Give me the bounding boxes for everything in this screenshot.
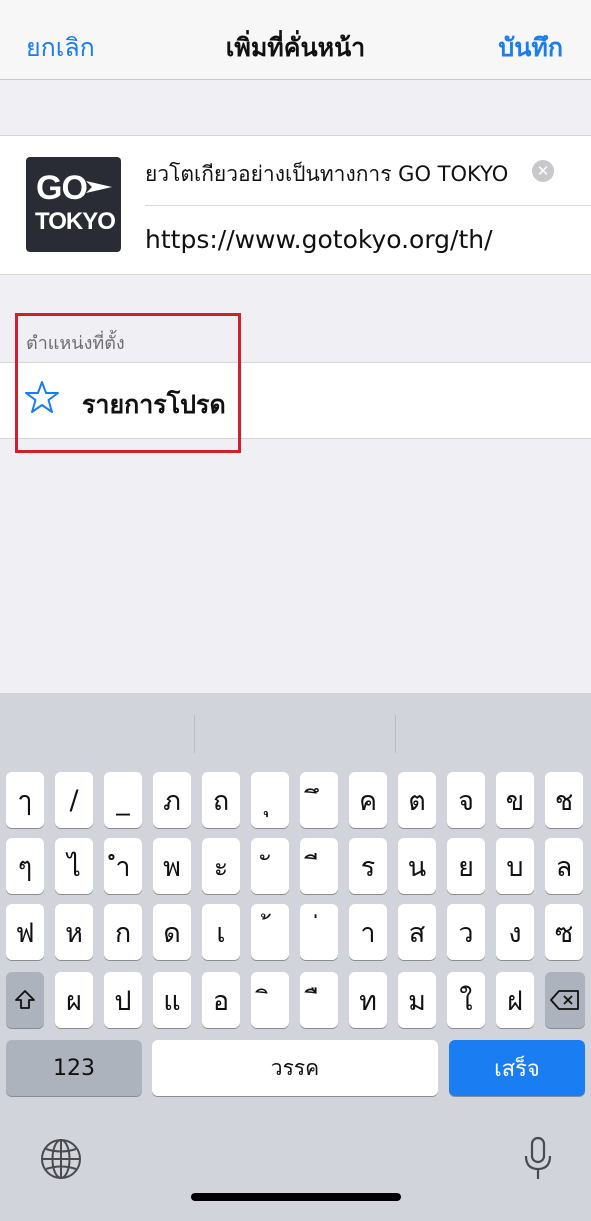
key[interactable]: ย: [447, 838, 485, 894]
key[interactable]: เ: [202, 904, 240, 960]
key[interactable]: พ: [153, 838, 191, 894]
save-button[interactable]: บันทึก: [498, 28, 563, 68]
key[interactable]: ะ: [202, 838, 240, 894]
key[interactable]: ไ: [55, 838, 93, 894]
done-key[interactable]: เสร็จ: [449, 1040, 585, 1096]
key[interactable]: า: [349, 904, 387, 960]
location-folder-row[interactable]: รายการโปรด: [0, 362, 591, 439]
thai-keyboard: ๅ / _ ภ ถ ุ ึ ค ต จ ข ช ๆ ไ ำ พ ะ ั ี ร …: [0, 693, 591, 1221]
key[interactable]: ำ: [104, 838, 142, 894]
bookmark-title-field[interactable]: ยวโตเกียวอย่างเป็นทางการ GO TOKYO: [145, 158, 508, 191]
clear-x-icon[interactable]: ✕: [532, 160, 554, 182]
suggestion-divider: [194, 715, 195, 753]
key[interactable]: ม: [398, 972, 436, 1028]
key[interactable]: ๆ: [6, 838, 44, 894]
key[interactable]: ช: [545, 772, 583, 828]
key[interactable]: ผ: [55, 972, 93, 1028]
key[interactable]: แ: [153, 972, 191, 1028]
key[interactable]: ก: [104, 904, 142, 960]
key[interactable]: ท: [349, 972, 387, 1028]
shift-key[interactable]: [6, 972, 44, 1028]
key[interactable]: บ: [496, 838, 534, 894]
key[interactable]: ๅ: [6, 772, 44, 828]
key[interactable]: _: [104, 772, 142, 828]
key[interactable]: ง: [496, 904, 534, 960]
home-indicator: [191, 1193, 401, 1201]
paper-plane-icon: [86, 181, 112, 193]
key[interactable]: น: [398, 838, 436, 894]
key[interactable]: จ: [447, 772, 485, 828]
key[interactable]: ล: [545, 838, 583, 894]
key[interactable]: ว: [447, 904, 485, 960]
microphone-icon[interactable]: [522, 1135, 554, 1183]
divider: [145, 205, 591, 206]
key[interactable]: ห: [55, 904, 93, 960]
key[interactable]: ้: [251, 904, 289, 960]
key[interactable]: ี: [300, 838, 338, 894]
key[interactable]: ค: [349, 772, 387, 828]
key[interactable]: ใ: [447, 972, 485, 1028]
globe-icon[interactable]: [40, 1138, 82, 1180]
numbers-key[interactable]: 123: [6, 1040, 142, 1096]
key[interactable]: ฝ: [496, 972, 534, 1028]
key[interactable]: ถ: [202, 772, 240, 828]
bookmark-card: GO TOKYO ยวโตเกียวอย่างเป็นทางการ GO TOK…: [0, 135, 591, 275]
key[interactable]: /: [55, 772, 93, 828]
key[interactable]: ่: [300, 904, 338, 960]
navigation-bar: ยกเลิก เพิ่มที่คั่นหน้า บันทึก: [0, 0, 591, 80]
delete-key[interactable]: [545, 972, 585, 1028]
location-folder-label: รายการโปรด: [82, 390, 226, 419]
space-key[interactable]: วรรค: [152, 1040, 438, 1096]
suggestion-divider: [395, 715, 396, 753]
key[interactable]: ฟ: [6, 904, 44, 960]
backspace-icon: [550, 990, 579, 1010]
key[interactable]: ต: [398, 772, 436, 828]
key[interactable]: ด: [153, 904, 191, 960]
star-icon: [25, 381, 59, 413]
key[interactable]: อ: [202, 972, 240, 1028]
key[interactable]: ื: [300, 972, 338, 1028]
site-logo: GO TOKYO: [26, 157, 121, 252]
key[interactable]: ส: [398, 904, 436, 960]
key[interactable]: ึ: [300, 772, 338, 828]
key[interactable]: ข: [496, 772, 534, 828]
shift-arrow-icon: [15, 990, 35, 1009]
key[interactable]: ร: [349, 838, 387, 894]
key[interactable]: ภ: [153, 772, 191, 828]
location-section-header: ตำแหน่งที่ตั้ง: [26, 333, 125, 354]
key[interactable]: ั: [251, 838, 289, 894]
key[interactable]: ิ: [251, 972, 289, 1028]
key[interactable]: ป: [104, 972, 142, 1028]
logo-text-go: GO: [36, 169, 88, 207]
key[interactable]: ซ: [545, 904, 583, 960]
bookmark-url-field: https://www.gotokyo.org/th/: [145, 225, 493, 254]
key[interactable]: ุ: [251, 772, 289, 828]
logo-text-tokyo: TOKYO: [35, 208, 116, 235]
